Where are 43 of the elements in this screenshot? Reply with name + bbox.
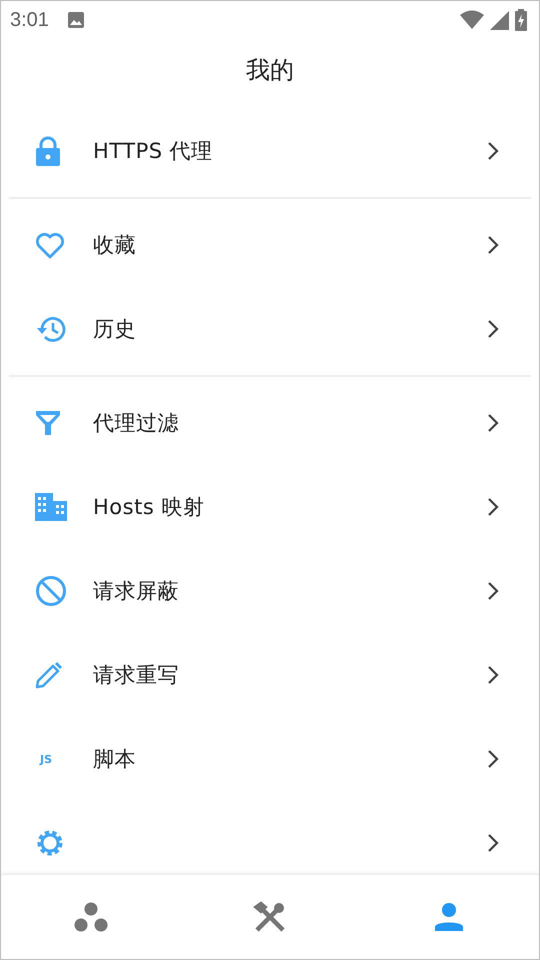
chevron-icon [487,749,499,769]
item-label: Hosts 映射 [93,494,204,521]
chevron-icon [487,665,499,685]
chevron-icon [487,235,499,255]
menu-item[interactable]: 历史 [1,287,539,371]
chevron-icon [487,141,499,161]
image-icon [66,11,85,29]
filter-icon [35,410,61,436]
gear-icon [35,828,65,858]
item-label: 脚本 [93,746,136,773]
menu-item[interactable]: 请求重写 [1,633,539,717]
menu-item[interactable]: Hosts 映射 [1,465,539,549]
chevron-icon [487,833,499,853]
menu-item[interactable]: 收藏 [1,203,539,287]
tools-icon [252,901,287,933]
block-icon [35,575,67,607]
pencil-icon [35,661,63,689]
item-label: 请求屏蔽 [93,578,179,605]
menu-item[interactable]: 代理过滤 [1,381,539,465]
battery-icon [515,9,527,31]
person-icon [434,902,464,932]
item-label: 收藏 [93,232,136,259]
menu-item[interactable]: JS 脚本 [1,717,539,801]
chevron-icon [487,413,499,433]
status-time: 3:01 [10,8,49,32]
building-icon [35,493,67,521]
menu-item[interactable]: HTTPS 代理 [1,109,539,193]
item-label: 请求重写 [93,662,179,689]
chevron-icon [487,497,499,517]
js-icon: JS [40,752,52,766]
chevron-icon [487,319,499,339]
page-title: 我的 [246,55,294,86]
signal-icon [490,10,509,30]
chevron-icon [487,581,499,601]
item-label: 历史 [93,316,136,343]
menu-item[interactable]: 请求屏蔽 [1,549,539,633]
item-label: HTTPS 代理 [93,138,213,165]
lock-icon [35,136,61,166]
wifi-icon [460,10,484,30]
history-icon [35,315,67,343]
heart-icon [35,232,65,258]
dots-icon [74,902,108,932]
item-label: 代理过滤 [93,410,179,437]
